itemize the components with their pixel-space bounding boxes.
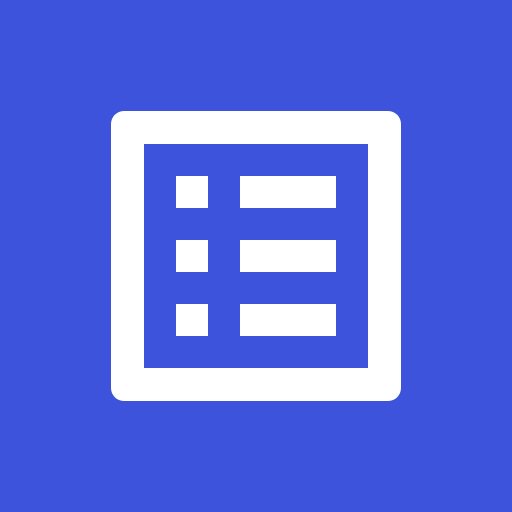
app-icon[interactable] [0,0,512,512]
list-bullet-2 [176,240,208,272]
list-line-3 [240,304,336,336]
list-bullet-1 [176,176,208,208]
list-line-1 [240,176,336,208]
list-bullet-3 [176,304,208,336]
list-icon [0,0,512,512]
list-line-2 [240,240,336,272]
